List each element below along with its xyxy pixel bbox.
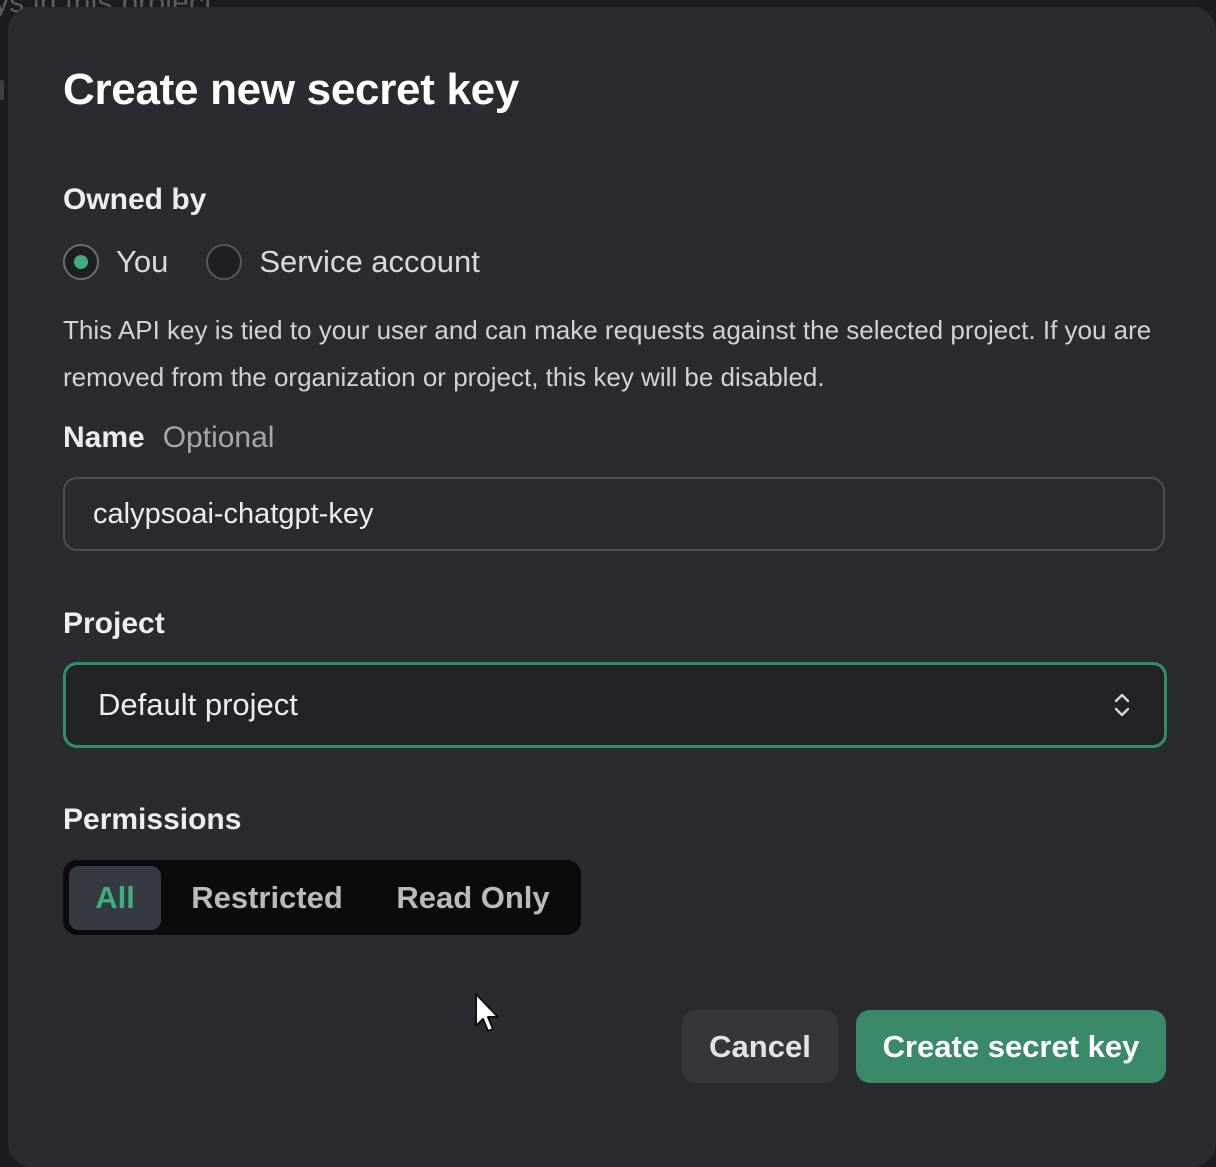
radio-selected-dot xyxy=(74,255,88,269)
radio-label-service-account: Service account xyxy=(259,244,480,279)
permission-option-restricted[interactable]: Restricted xyxy=(161,866,373,930)
permissions-segmented-control: All Restricted Read Only xyxy=(63,860,581,935)
radio-option-you[interactable]: You xyxy=(63,244,168,280)
radio-label-you: You xyxy=(116,244,169,279)
key-name-input[interactable] xyxy=(63,477,1165,551)
project-select-value: Default project xyxy=(98,687,298,722)
owned-by-label: Owned by xyxy=(63,183,207,216)
create-secret-key-dialog: Create new secret key Owned by You Servi… xyxy=(8,7,1216,1167)
owned-by-radio-group: You Service account xyxy=(63,241,518,283)
chevron-up-down-icon xyxy=(1112,690,1132,720)
radio-checked-icon[interactable] xyxy=(63,244,99,280)
create-secret-key-button[interactable]: Create secret key xyxy=(856,1010,1166,1083)
radio-unchecked-icon[interactable] xyxy=(206,244,243,280)
name-field-header: Name Optional xyxy=(63,421,274,455)
background-divider xyxy=(0,80,4,100)
project-label: Project xyxy=(63,607,165,640)
dialog-title: Create new secret key xyxy=(63,65,519,114)
permission-option-all[interactable]: All xyxy=(69,865,161,930)
permission-option-read-only[interactable]: Read Only xyxy=(373,866,573,930)
mouse-pointer-icon xyxy=(475,993,499,1032)
project-select[interactable]: Default project xyxy=(63,662,1167,748)
cancel-button[interactable]: Cancel xyxy=(682,1010,838,1083)
owned-by-description: This API key is tied to your user and ca… xyxy=(63,315,1152,392)
name-optional-hint: Optional xyxy=(162,421,275,454)
radio-option-service-account[interactable]: Service account xyxy=(206,244,480,280)
name-label: Name xyxy=(63,421,145,454)
permissions-label: Permissions xyxy=(63,803,242,836)
